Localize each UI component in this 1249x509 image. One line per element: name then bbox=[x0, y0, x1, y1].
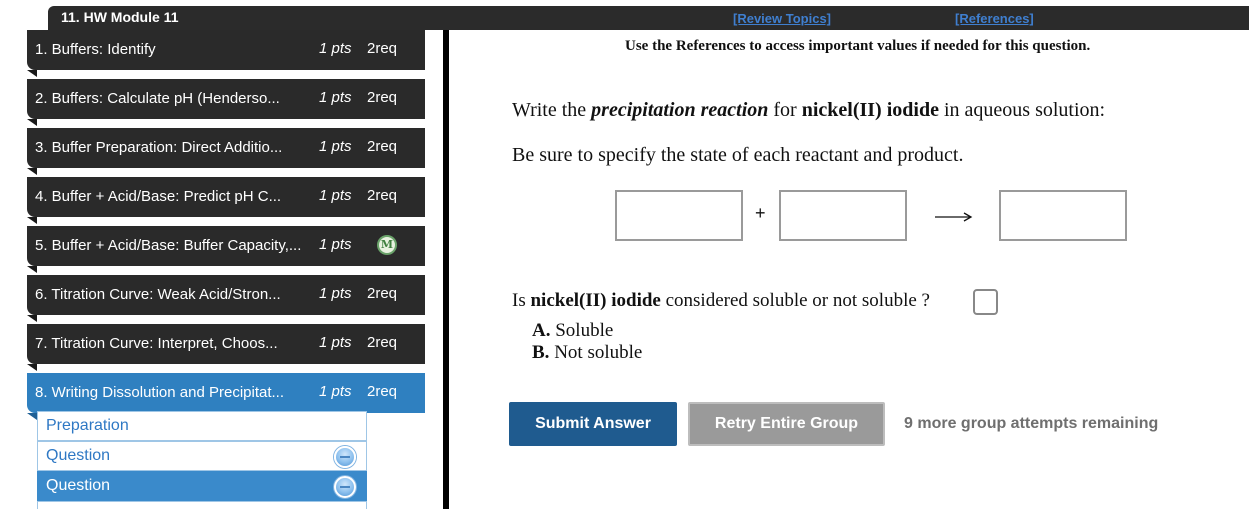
sidebar-item-4[interactable]: 4. Buffer + Acid/Base: Predict pH C... 1… bbox=[27, 177, 425, 224]
subitem-question-2[interactable]: Question bbox=[37, 471, 367, 501]
points-label: 1 pts bbox=[319, 187, 352, 204]
option-b: B. Not soluble bbox=[532, 342, 642, 364]
subitem-label: Preparation bbox=[46, 417, 129, 434]
sidebar-item-label: 7. Titration Curve: Interpret, Choos... bbox=[35, 335, 278, 352]
prompt-text: Write the bbox=[512, 99, 592, 121]
sidebar-item-label: 5. Buffer + Acid/Base: Buffer Capacity,.… bbox=[35, 237, 302, 254]
sidebar-item-6[interactable]: 6. Titration Curve: Weak Acid/Stron... 1… bbox=[27, 275, 425, 322]
sidebar-item-1[interactable]: 1. Buffers: Identify 1 pts 2req bbox=[27, 30, 425, 77]
question-text: Is bbox=[512, 290, 531, 311]
mastered-badge-icon: M bbox=[377, 235, 397, 255]
sidebar-item-label: 6. Titration Curve: Weak Acid/Stron... bbox=[35, 286, 281, 303]
points-label: 1 pts bbox=[319, 383, 352, 400]
sidebar-item-3[interactable]: 3. Buffer Preparation: Direct Additio...… bbox=[27, 128, 425, 175]
subitem-label: Question bbox=[46, 447, 111, 464]
sidebar-item-2[interactable]: 2. Buffers: Calculate pH (Henderso... 1 … bbox=[27, 79, 425, 126]
submit-answer-button[interactable]: Submit Answer bbox=[509, 402, 677, 446]
reactant-1-input[interactable] bbox=[615, 190, 743, 241]
requirement-label: 2req bbox=[367, 285, 398, 302]
review-topics-link[interactable]: [Review Topics] bbox=[733, 11, 831, 26]
question-text: considered soluble or not soluble ? bbox=[660, 290, 930, 311]
attempts-remaining: 9 more group attempts remaining bbox=[904, 415, 1159, 432]
reaction-arrow-icon bbox=[935, 212, 973, 222]
points-label: 1 pts bbox=[319, 40, 352, 57]
question-prompt: Write the precipitation reaction for nic… bbox=[512, 99, 1105, 122]
requirement-label: 2req bbox=[367, 89, 398, 106]
subitem-question-1[interactable]: Question bbox=[37, 441, 367, 471]
question-sidebar: 1. Buffers: Identify 1 pts 2req 2. Buffe… bbox=[0, 0, 440, 509]
panel-divider bbox=[443, 30, 449, 509]
option-key: B. bbox=[532, 342, 550, 363]
option-key: A. bbox=[532, 320, 551, 341]
status-circle-icon bbox=[334, 446, 356, 468]
requirement-label: 2req bbox=[367, 383, 398, 400]
points-label: 1 pts bbox=[319, 334, 352, 351]
requirement-label: 2req bbox=[367, 187, 398, 204]
compound-name: nickel(II) iodide bbox=[801, 99, 939, 121]
solubility-answer-input[interactable] bbox=[973, 289, 998, 315]
compound-name: nickel(II) iodide bbox=[530, 290, 661, 311]
status-circle-icon bbox=[334, 476, 356, 498]
subitem-next[interactable] bbox=[37, 501, 367, 509]
requirement-label: 2req bbox=[367, 40, 398, 57]
points-label: 1 pts bbox=[319, 285, 352, 302]
sidebar-item-label: 2. Buffers: Calculate pH (Henderso... bbox=[35, 90, 280, 107]
subitem-preparation[interactable]: Preparation bbox=[37, 411, 367, 441]
sidebar-item-label: 1. Buffers: Identify bbox=[35, 41, 156, 58]
sidebar-item-8[interactable]: 8. Writing Dissolution and Precipitat...… bbox=[27, 373, 425, 420]
prompt-text: in aqueous solution: bbox=[938, 99, 1106, 121]
state-instruction: Be sure to specify the state of each rea… bbox=[512, 144, 964, 166]
references-link[interactable]: [References] bbox=[955, 11, 1034, 26]
option-text: Soluble bbox=[555, 320, 614, 341]
sidebar-item-label: 8. Writing Dissolution and Precipitat... bbox=[35, 384, 285, 401]
option-text: Not soluble bbox=[554, 342, 643, 363]
sidebar-item-5[interactable]: 5. Buffer + Acid/Base: Buffer Capacity,.… bbox=[27, 226, 425, 273]
points-label: 1 pts bbox=[319, 138, 352, 155]
sidebar-item-7[interactable]: 7. Titration Curve: Interpret, Choos... … bbox=[27, 324, 425, 371]
sidebar-item-label: 4. Buffer + Acid/Base: Predict pH C... bbox=[35, 188, 282, 205]
requirement-label: 2req bbox=[367, 138, 398, 155]
option-a: A. Soluble bbox=[532, 320, 613, 342]
retry-group-button[interactable]: Retry Entire Group bbox=[688, 402, 885, 446]
points-label: 1 pts bbox=[319, 236, 352, 253]
references-note: Use the References to access important v… bbox=[625, 38, 1091, 54]
product-input[interactable] bbox=[999, 190, 1127, 241]
sidebar-item-label: 3. Buffer Preparation: Direct Additio... bbox=[35, 139, 283, 156]
plus-sign: + bbox=[755, 203, 766, 223]
solubility-question: Is nickel(II) iodide considered soluble … bbox=[512, 290, 930, 312]
subitem-label: Question bbox=[46, 477, 111, 494]
requirement-label: 2req bbox=[367, 334, 398, 351]
reactant-2-input[interactable] bbox=[779, 190, 907, 241]
prompt-emphasis: precipitation reaction bbox=[591, 99, 769, 121]
prompt-text: for bbox=[768, 99, 802, 121]
points-label: 1 pts bbox=[319, 89, 352, 106]
